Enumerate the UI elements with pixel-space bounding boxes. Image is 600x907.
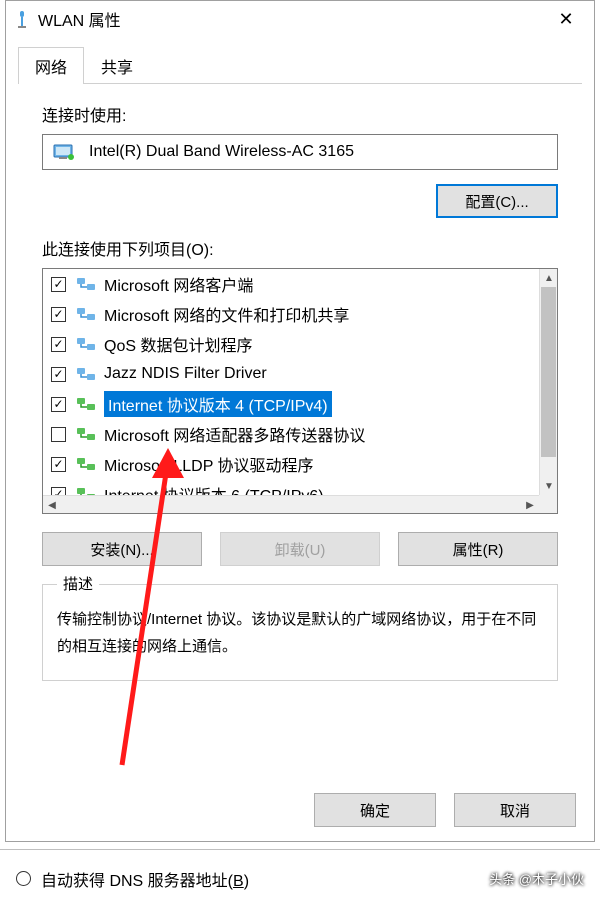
tabs: 网络 共享 [18,47,582,84]
auto-dns-radio-row[interactable]: 自动获得 DNS 服务器地址(B) [16,867,249,891]
close-icon: ✕ [558,9,573,30]
dialog-footer: 确定 取消 [314,793,576,827]
list-item-label: Microsoft 网络客户端 [104,272,253,296]
adapter-icon [53,143,75,161]
list-item[interactable]: Microsoft LLDP 协议驱动程序 [43,449,539,479]
list-item-label: Internet 协议版本 4 (TCP/IPv4) [104,391,332,417]
scroll-down-icon[interactable]: ▼ [540,477,558,495]
list-item-label: Microsoft 网络适配器多路传送器协议 [104,422,365,446]
protocol-icon [76,336,96,352]
radio-icon[interactable] [16,871,31,886]
scroll-right-icon[interactable]: ▶ [521,496,539,514]
protocol-icon [76,486,96,495]
description-group: 描述 传输控制协议/Internet 协议。该协议是默认的广域网络协议，用于在不… [42,584,558,681]
uninstall-button: 卸载(U) [220,532,380,566]
install-button[interactable]: 安装(N)... [42,532,202,566]
secondary-panel: 自动获得 DNS 服务器地址(B) 头条 @木子小伙 [0,849,600,907]
auto-dns-radio-label: 自动获得 DNS 服务器地址(B) [41,867,249,891]
list-item[interactable]: Jazz NDIS Filter Driver [43,359,539,389]
checkbox[interactable] [51,397,66,412]
checkbox[interactable] [51,307,66,322]
action-buttons-row: 安装(N)... 卸载(U) 属性(R) [42,532,558,566]
list-item[interactable]: Internet 协议版本 4 (TCP/IPv4) [43,389,539,419]
tab-content: 连接时使用: Intel(R) Dual Band Wireless-AC 31… [18,84,582,691]
items-label: 此连接使用下列项目(O): [42,236,558,260]
list-item[interactable]: Microsoft 网络的文件和打印机共享 [43,299,539,329]
watermark: 头条 @木子小伙 [489,869,584,888]
protocol-icon [76,456,96,472]
configure-row: 配置(C)... [42,184,558,218]
checkbox[interactable] [51,457,66,472]
tab-sharing[interactable]: 共享 [84,47,150,84]
protocol-icon [76,366,96,382]
radio-label-pre: 自动获得 DNS 服务器地址( [41,873,233,890]
list-item[interactable]: QoS 数据包计划程序 [43,329,539,359]
scroll-thumb[interactable] [541,287,556,457]
checkbox[interactable] [51,487,66,496]
radio-label-post: ) [244,873,249,890]
ok-button[interactable]: 确定 [314,793,436,827]
tabs-container: 网络 共享 连接时使用: Intel(R) Dual Band Wireless… [6,37,594,691]
protocol-icon [76,276,96,292]
vertical-scrollbar[interactable]: ▲ ▼ [539,269,557,495]
window-title: WLAN 属性 [38,7,546,31]
adapter-name: Intel(R) Dual Band Wireless-AC 3165 [89,143,354,161]
checkbox[interactable] [51,337,66,352]
protocol-icon [76,396,96,412]
connect-using-label: 连接时使用: [42,102,558,126]
protocol-icon [76,426,96,442]
protocol-icon [76,306,96,322]
scroll-left-icon[interactable]: ◀ [43,496,61,514]
list-items: Microsoft 网络客户端 Microsoft 网络的文件和打印机共享 QoS … [43,269,539,495]
close-button[interactable]: ✕ [546,4,586,34]
list-item[interactable]: Internet 协议版本 6 (TCP/IPv6) [43,479,539,495]
description-text: 传输控制协议/Internet 协议。该协议是默认的广域网络协议，用于在不同的相… [57,606,543,660]
scroll-corner [539,495,557,513]
list-item-label: Internet 协议版本 6 (TCP/IPv6) [104,482,324,495]
properties-button[interactable]: 属性(R) [398,532,558,566]
list-item[interactable]: Microsoft 网络适配器多路传送器协议 [43,419,539,449]
radio-label-key: B [233,873,244,890]
scroll-up-icon[interactable]: ▲ [540,269,558,287]
checkbox[interactable] [51,427,66,442]
checkbox[interactable] [51,277,66,292]
wlan-icon [14,9,30,29]
cancel-button[interactable]: 取消 [454,793,576,827]
configure-button[interactable]: 配置(C)... [436,184,558,218]
protocol-listbox[interactable]: Microsoft 网络客户端 Microsoft 网络的文件和打印机共享 QoS … [42,268,558,514]
tab-network[interactable]: 网络 [18,47,84,84]
horizontal-scrollbar[interactable]: ◀ ▶ [43,495,539,513]
description-title: 描述 [57,573,99,594]
list-item-label: Microsoft 网络的文件和打印机共享 [104,302,349,326]
checkbox[interactable] [51,367,66,382]
list-item-label: Jazz NDIS Filter Driver [104,365,267,383]
list-item-label: QoS 数据包计划程序 [104,332,252,356]
list-item-label: Microsoft LLDP 协议驱动程序 [104,452,314,476]
adapter-box[interactable]: Intel(R) Dual Band Wireless-AC 3165 [42,134,558,170]
list-item[interactable]: Microsoft 网络客户端 [43,269,539,299]
wlan-properties-window: WLAN 属性 ✕ 网络 共享 连接时使用: Intel(R) Dual Ban… [5,0,595,842]
titlebar: WLAN 属性 ✕ [6,1,594,37]
